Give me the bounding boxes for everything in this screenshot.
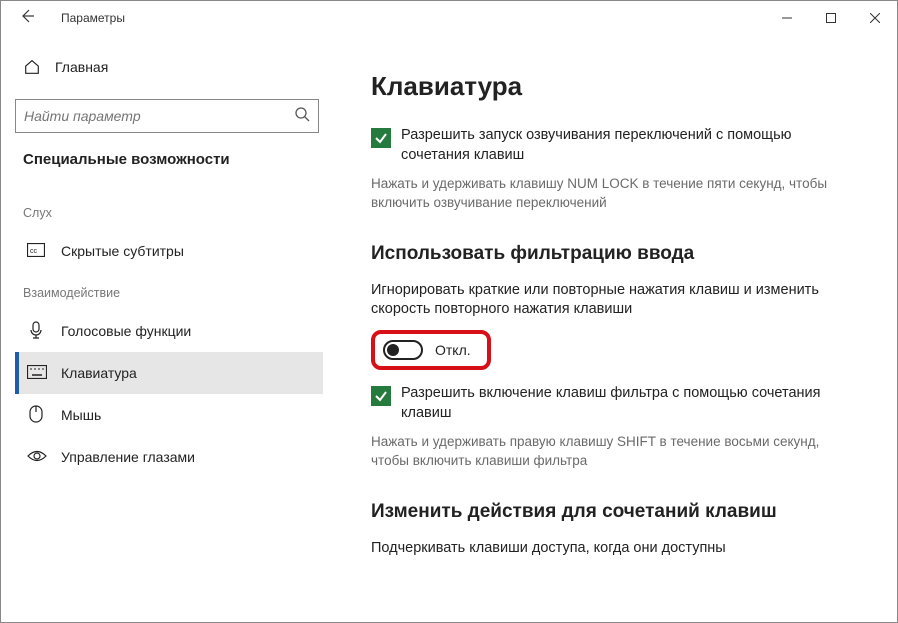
eye-icon [27, 449, 45, 466]
sidebar-item-mouse[interactable]: Мышь [15, 394, 323, 436]
toggle-knob [387, 344, 399, 356]
toggle-state-label: Откл. [435, 342, 471, 358]
window-title: Параметры [61, 11, 125, 25]
checkbox-filter-shortcut[interactable]: Разрешить включение клавиш фильтра с пом… [371, 384, 857, 423]
checkbox-label: Разрешить запуск озвучивания переключени… [401, 126, 857, 165]
search-icon [294, 106, 310, 127]
sidebar: Главная Специальные возможности Слух cc … [1, 35, 329, 622]
close-button[interactable] [853, 2, 897, 34]
checkbox-checked-icon [371, 386, 391, 406]
section-shortcuts-desc: Подчеркивать клавиши доступа, когда они … [371, 539, 857, 559]
captions-icon: cc [27, 243, 45, 260]
titlebar: Параметры [1, 1, 897, 35]
nav-label: Скрытые субтитры [61, 243, 184, 259]
checkbox-toggle-keys-sound[interactable]: Разрешить запуск озвучивания переключени… [371, 126, 857, 165]
search-input[interactable] [15, 99, 319, 133]
search-field[interactable] [24, 108, 294, 124]
mic-icon [27, 321, 45, 342]
group-interaction: Взаимодействие [15, 272, 323, 310]
keyboard-icon [27, 365, 45, 382]
highlight-annotation: Откл. [371, 330, 491, 370]
minimize-button[interactable] [765, 2, 809, 34]
section-filter-heading: Использовать фильтрацию ввода [371, 243, 857, 265]
content-pane: Клавиатура Разрешить запуск озвучивания … [329, 35, 897, 622]
mouse-icon [27, 405, 45, 426]
checkbox-checked-icon [371, 128, 391, 148]
sidebar-item-captions[interactable]: cc Скрытые субтитры [15, 230, 323, 272]
home-label: Главная [55, 59, 108, 75]
nav-label: Мышь [61, 407, 101, 423]
nav-label: Клавиатура [61, 365, 137, 381]
home-nav[interactable]: Главная [15, 49, 323, 85]
sidebar-item-voice[interactable]: Голосовые функции [15, 310, 323, 352]
current-section: Специальные возможности [15, 151, 323, 192]
sidebar-item-keyboard[interactable]: Клавиатура [15, 352, 323, 394]
back-button[interactable] [13, 6, 41, 31]
sidebar-item-eye[interactable]: Управление глазами [15, 436, 323, 478]
svg-text:cc: cc [30, 248, 38, 255]
section-shortcuts-heading: Изменить действия для сочетаний клавиш [371, 501, 857, 523]
checkbox-label: Разрешить включение клавиш фильтра с пом… [401, 384, 857, 423]
filter-keys-toggle[interactable] [383, 340, 423, 360]
settings-window: Параметры Главная [0, 0, 898, 623]
window-controls [765, 2, 897, 34]
hint-text: Нажать и удерживать клавишу NUM LOCK в т… [371, 175, 857, 213]
section-filter-desc: Игнорировать краткие или повторные нажат… [371, 281, 857, 320]
group-hearing: Слух [15, 192, 323, 230]
maximize-button[interactable] [809, 2, 853, 34]
nav-label: Голосовые функции [61, 323, 191, 339]
page-title: Клавиатура [371, 71, 857, 102]
hint-text: Нажать и удерживать правую клавишу SHIFT… [371, 433, 857, 471]
nav-label: Управление глазами [61, 449, 195, 465]
home-icon [23, 58, 41, 76]
